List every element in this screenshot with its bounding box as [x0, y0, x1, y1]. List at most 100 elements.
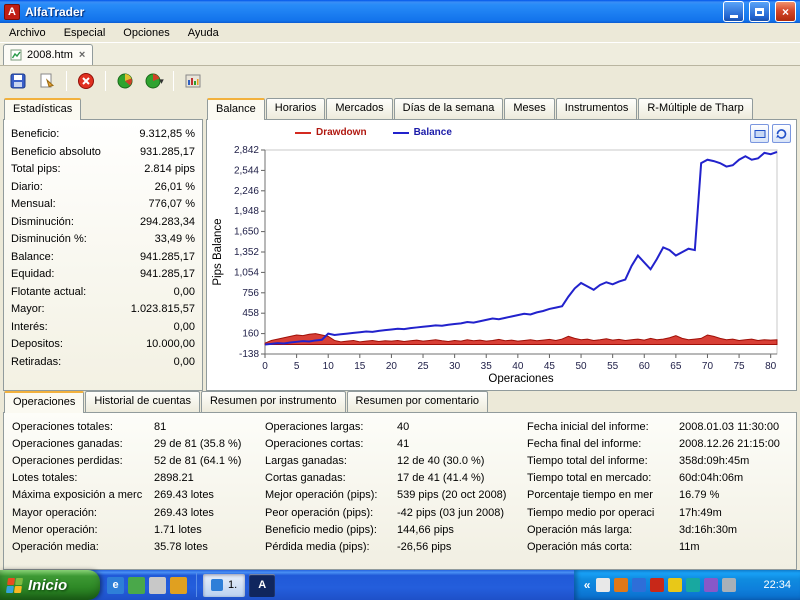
tray-icon[interactable]: [704, 578, 718, 592]
tab-historial-de-cuentas[interactable]: Historial de cuentas: [85, 391, 200, 412]
operation-stat-value: 11m: [679, 541, 700, 553]
operation-stat-label: Operación más larga:: [527, 524, 679, 536]
operation-stat-label: Operaciones perdidas:: [12, 455, 154, 467]
operation-stat-label: Mayor operación:: [12, 507, 154, 519]
taskbar-window-button[interactable]: 1.: [203, 574, 245, 597]
pie-chart-button[interactable]: [112, 69, 138, 93]
operation-stat-label: Pérdida media (pips):: [265, 541, 397, 553]
stat-label: Disminución %:: [11, 233, 87, 245]
close-button[interactable]: ×: [775, 1, 796, 22]
stat-row: Mayor: 1.023.815,57: [11, 300, 195, 318]
operation-stat-value: 40: [397, 421, 409, 433]
tab-close-icon[interactable]: ×: [78, 49, 86, 61]
quick-launch-browser-icon[interactable]: e: [107, 577, 124, 594]
document-tab-label: 2008.htm: [27, 49, 73, 61]
report-button[interactable]: [180, 69, 206, 93]
chart-refresh-button[interactable]: [772, 124, 791, 143]
bottom-tab-bar: Operaciones Historial de cuentas Resumen…: [3, 391, 797, 412]
stat-row: Beneficio absoluto 931.285,17: [11, 143, 195, 161]
operation-stat-row: Operación más corta: 11m: [527, 538, 788, 555]
tray-icon[interactable]: [650, 578, 664, 592]
operation-stat-value: 60d:04h:06m: [679, 472, 743, 484]
chart-export-button[interactable]: [750, 124, 769, 143]
operation-stat-value: 16.79 %: [679, 489, 719, 501]
maximize-button[interactable]: [749, 1, 770, 22]
start-button[interactable]: Inicio: [0, 570, 100, 600]
menu-opciones[interactable]: Opciones: [114, 24, 178, 42]
svg-text:40: 40: [512, 361, 524, 372]
svg-text:45: 45: [544, 361, 556, 372]
window-icon: [211, 579, 223, 591]
tray-icon[interactable]: [722, 578, 736, 592]
operation-stat-label: Fecha inicial del informe:: [527, 421, 679, 433]
operation-stat-row: Pérdida media (pips): -26,56 pips: [265, 538, 527, 555]
operation-stat-value: 29 de 81 (35.8 %): [154, 438, 241, 450]
stat-row: Beneficio: 9.312,85 %: [11, 125, 195, 143]
tray-chevron-icon[interactable]: «: [584, 578, 591, 592]
language-bar-button[interactable]: A: [249, 574, 275, 597]
save-as-button[interactable]: [34, 69, 60, 93]
cancel-button[interactable]: [73, 69, 99, 93]
tab-resumen-por-instrumento[interactable]: Resumen por instrumento: [201, 391, 346, 412]
tray-icon[interactable]: [740, 578, 754, 592]
stat-row: Mensual: 776,07 %: [11, 195, 195, 213]
operation-stat-row: Mejor operación (pips): 539 pips (20 oct…: [265, 487, 527, 504]
tab-r-multiple-de-tharp[interactable]: R-Múltiple de Tharp: [638, 98, 752, 119]
menu-archivo[interactable]: Archivo: [0, 24, 55, 42]
tab-balance[interactable]: Balance: [207, 98, 265, 120]
menu-ayuda[interactable]: Ayuda: [179, 24, 228, 42]
tray-icon[interactable]: [632, 578, 646, 592]
report-icon: [184, 72, 202, 90]
tab-meses[interactable]: Meses: [504, 98, 554, 119]
tray-icon[interactable]: [686, 578, 700, 592]
taskbar-window-label: 1.: [228, 579, 237, 591]
tab-mercados[interactable]: Mercados: [326, 98, 392, 119]
svg-text:1,352: 1,352: [234, 247, 259, 258]
operation-stat-label: Tiempo total en mercado:: [527, 472, 679, 484]
menu-bar: Archivo Especial Opciones Ayuda: [0, 23, 800, 43]
operation-stat-label: Tiempo medio por operaci: [527, 507, 679, 519]
svg-text:25: 25: [417, 361, 429, 372]
save-button[interactable]: [5, 69, 31, 93]
title-bar: A AlfaTrader ×: [0, 0, 800, 23]
operation-stat-row: Menor operación: 1.71 lotes: [12, 521, 265, 538]
stat-value: 9.312,85 %: [139, 128, 195, 140]
quick-launch-icon[interactable]: [128, 577, 145, 594]
tab-estadisticas[interactable]: Estadísticas: [4, 98, 81, 120]
svg-text:2,246: 2,246: [234, 186, 259, 197]
tab-instrumentos[interactable]: Instrumentos: [556, 98, 638, 119]
svg-text:15: 15: [354, 361, 366, 372]
tab-horarios[interactable]: Horarios: [266, 98, 326, 119]
quick-launch-icon[interactable]: [170, 577, 187, 594]
tab-operaciones[interactable]: Operaciones: [4, 391, 84, 413]
window-title: AlfaTrader: [25, 5, 718, 19]
operation-stat-row: Lotes totales: 2898.21: [12, 470, 265, 487]
balance-swatch-icon: [393, 132, 409, 134]
operation-stat-row: Operación media: 35.78 lotes: [12, 538, 265, 555]
svg-text:458: 458: [242, 308, 259, 319]
stat-value: 0,00: [174, 356, 195, 368]
minimize-button[interactable]: [723, 1, 744, 22]
bottom-section: Operaciones Historial de cuentas Resumen…: [0, 391, 800, 570]
tray-icon[interactable]: [614, 578, 628, 592]
menu-especial[interactable]: Especial: [55, 24, 115, 42]
maximize-icon: [755, 8, 764, 16]
document-tab[interactable]: 2008.htm ×: [3, 44, 93, 65]
pie-chart-dropdown-button[interactable]: ▾: [141, 69, 167, 93]
tab-resumen-por-comentario[interactable]: Resumen por comentario: [347, 391, 489, 412]
save-icon: [9, 72, 27, 90]
stat-row: Interés: 0,00: [11, 318, 195, 336]
stat-value: 1.023.815,57: [131, 303, 195, 315]
operation-stat-value: 2008.12.26 21:15:00: [679, 438, 780, 450]
tray-icon[interactable]: [668, 578, 682, 592]
operation-stat-label: Operaciones cortas:: [265, 438, 397, 450]
svg-text:1,948: 1,948: [234, 206, 259, 217]
stat-label: Mayor:: [11, 303, 45, 315]
operation-stat-row: Fecha inicial del informe: 2008.01.03 11…: [527, 418, 788, 435]
svg-text:5: 5: [294, 361, 300, 372]
quick-launch-icon[interactable]: [149, 577, 166, 594]
operation-stat-value: 17h:49m: [679, 507, 722, 519]
tray-icon[interactable]: [596, 578, 610, 592]
tab-dias-de-la-semana[interactable]: Días de la semana: [394, 98, 504, 119]
operations-column-2: Operaciones largas: 40 Operaciones corta…: [265, 418, 527, 564]
